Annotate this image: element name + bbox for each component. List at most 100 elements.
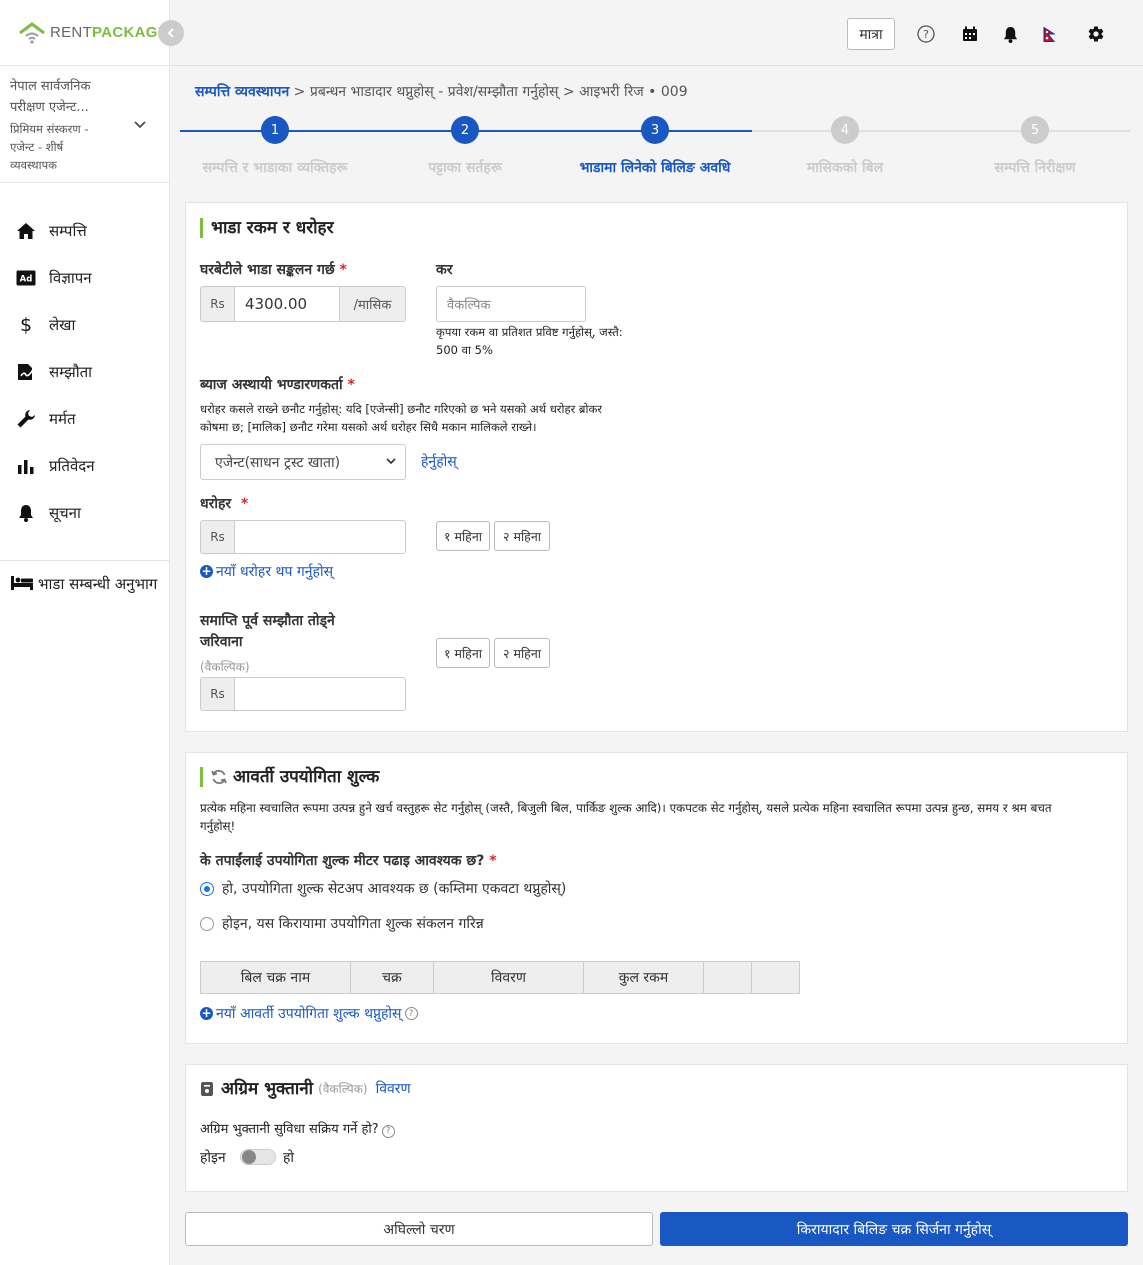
column-header bbox=[703, 961, 752, 994]
chevron-left-icon bbox=[167, 28, 174, 38]
sidebar: RENTPACKAGE नेपाल सार्वजनिक परीक्षण एजेन… bbox=[0, 0, 170, 1265]
org-plan-line2: एजेन्ट - शीर्ष bbox=[10, 140, 64, 154]
nav-item-notifications[interactable]: सूचना bbox=[0, 489, 169, 536]
brand-name: RENTPACKAGE bbox=[50, 24, 169, 41]
advance-on-label: हो bbox=[283, 1150, 295, 1166]
holder-selected-value: एजेन्ट(साधन ट्रस्ट खाता) bbox=[215, 454, 341, 471]
nav-label: लेखा bbox=[49, 315, 76, 334]
penalty-amount-group: Rs bbox=[200, 677, 406, 711]
home-icon bbox=[15, 220, 37, 242]
rent-deposit-card: भाडा रकम र धरोहर घरबेटीले भाडा सङ्कलन गर… bbox=[185, 202, 1128, 732]
utility-yes-radio[interactable]: हो, उपयोगिता शुल्क सेटअप आवश्यक छ (कम्ति… bbox=[200, 879, 566, 898]
chevron-down-icon[interactable] bbox=[133, 118, 147, 132]
holder-select[interactable]: एजेन्ट(साधन ट्रस्ट खाता) bbox=[200, 444, 406, 480]
step-label: पट्टाका सर्तहरू bbox=[428, 160, 502, 176]
toggle-knob bbox=[242, 1150, 256, 1164]
radio-unchecked-icon bbox=[200, 916, 214, 931]
previous-step-button[interactable]: अघिल्लो चरण bbox=[185, 1212, 653, 1246]
utility-question: के तपाईंलाई उपयोगिता शुल्क मीटर पढाइ आवश… bbox=[200, 853, 497, 869]
org-plan-line3: व्यवस्थापक bbox=[10, 158, 57, 172]
topbar: मात्रा ? bbox=[171, 0, 1143, 66]
deposit-one-month-button[interactable]: १ महिना bbox=[436, 521, 490, 551]
logo-icon bbox=[19, 21, 45, 44]
settings-gear-icon[interactable] bbox=[1086, 24, 1106, 44]
penalty-one-month-button[interactable]: १ महिना bbox=[436, 638, 490, 668]
tax-hint-line1: कृपया रकम वा प्रतिशत प्रविष्ट गर्नुहोस्,… bbox=[436, 325, 623, 339]
step-number: 1 bbox=[261, 116, 289, 144]
column-header: कुल रकम bbox=[583, 961, 704, 994]
nav-item-maintenance[interactable]: मर्मत bbox=[0, 395, 169, 442]
nav-item-property[interactable]: सम्पत्ति bbox=[0, 207, 169, 254]
step-5[interactable]: 5 सम्पत्ति निरीक्षण bbox=[940, 116, 1130, 177]
step-3[interactable]: 3 भाडामा लिनेको बिलिङ अवधि bbox=[560, 116, 750, 177]
nav-item-reports[interactable]: प्रतिवेदन bbox=[0, 442, 169, 489]
holder-desc-line1: धरोहर कसले राख्ने छनौट गर्नुहोस्: यदि [ए… bbox=[200, 402, 603, 416]
org-name-line2: परीक्षण एजेन्ट... bbox=[10, 100, 89, 115]
nav-label: भाडा सम्बन्धी अनुभाग bbox=[38, 575, 158, 593]
breadcrumb-root-link[interactable]: सम्पत्ति व्यवस्थापन bbox=[195, 84, 289, 100]
advance-section-title: अग्रिम भुक्तानी (वैकल्पिक) विवरण bbox=[200, 1079, 411, 1099]
calendar-icon[interactable] bbox=[960, 24, 980, 44]
tax-input[interactable]: वैकल्पिक bbox=[436, 286, 586, 322]
help-icon[interactable]: ? bbox=[404, 1007, 418, 1020]
deposit-two-month-button[interactable]: २ महिना bbox=[494, 521, 550, 551]
nav-item-ads[interactable]: Ad विज्ञापन bbox=[0, 254, 169, 301]
help-icon[interactable]: ? bbox=[381, 1124, 395, 1138]
sidebar-collapse-button[interactable] bbox=[158, 20, 184, 46]
add-deposit-link[interactable]: + नयाँ धरोहर थप गर्नुहोस् bbox=[200, 562, 333, 581]
advance-off-label: होइन bbox=[200, 1150, 226, 1166]
currency-prefix: Rs bbox=[200, 677, 234, 711]
nav-item-accounting[interactable]: $ लेखा bbox=[0, 301, 169, 348]
rent-period-suffix: /मासिक bbox=[340, 286, 406, 322]
advance-question: अग्रिम भुक्तानी सुविधा सक्रिय गर्ने हो?? bbox=[200, 1121, 395, 1139]
utility-no-radio[interactable]: होइन, यस किरायामा उपयोगिता शुल्क संकलन ग… bbox=[200, 914, 484, 933]
step-1[interactable]: 1 सम्पत्ति र भाडाका व्यक्तिहरू bbox=[180, 116, 370, 177]
org-name-line1: नेपाल सार्वजनिक bbox=[10, 79, 91, 94]
plus-circle-icon: + bbox=[200, 1006, 213, 1020]
bar-chart-icon bbox=[15, 455, 37, 477]
column-header: बिल चक्र नाम bbox=[200, 961, 351, 994]
view-link[interactable]: हेर्नुहोस् bbox=[421, 452, 457, 471]
utility-section-title: आवर्ती उपयोगिता शुल्क bbox=[200, 767, 379, 787]
logo[interactable]: RENTPACKAGE bbox=[0, 0, 169, 66]
penalty-amount-input[interactable] bbox=[234, 677, 406, 711]
nav-item-rental-section[interactable]: भाडा सम्बन्धी अनुभाग bbox=[0, 560, 169, 607]
step-number: 2 bbox=[451, 116, 479, 144]
column-header: चक्र bbox=[350, 961, 434, 994]
main-nav: सम्पत्ति Ad विज्ञापन $ लेखा सम्झौता मर्म… bbox=[0, 183, 169, 536]
step-2[interactable]: 2 पट्टाका सर्तहरू bbox=[370, 116, 560, 177]
wrench-icon bbox=[15, 408, 37, 430]
nav-label: मर्मत bbox=[49, 409, 76, 428]
step-4[interactable]: 4 मासिकको बिल bbox=[750, 116, 940, 177]
tax-label: कर bbox=[436, 262, 453, 278]
nav-label: प्रतिवेदन bbox=[49, 456, 95, 475]
help-icon[interactable]: ? bbox=[916, 24, 936, 44]
penalty-two-month-button[interactable]: २ महिना bbox=[494, 638, 550, 668]
nepal-flag-icon[interactable] bbox=[1039, 24, 1059, 44]
matra-button[interactable]: मात्रा bbox=[847, 18, 895, 50]
ad-icon: Ad bbox=[15, 267, 37, 289]
nav-label: सम्पत्ति bbox=[49, 221, 87, 240]
holder-label: ब्याज अस्थायी भण्डारणकर्ता * bbox=[200, 377, 355, 393]
dollar-icon: $ bbox=[19, 313, 33, 336]
deposit-amount-input[interactable] bbox=[234, 520, 406, 554]
breadcrumb: सम्पत्ति व्यवस्थापन > प्रबन्धन भाडादार थ… bbox=[195, 82, 688, 101]
advance-toggle[interactable] bbox=[240, 1149, 276, 1165]
org-switcher[interactable]: नेपाल सार्वजनिक परीक्षण एजेन्ट... प्रिमि… bbox=[0, 66, 169, 183]
rent-amount-input[interactable]: 4300.00 bbox=[234, 286, 340, 322]
penalty-label: समाप्ति पूर्व सम्झौता तोड्ने जरिवाना bbox=[200, 613, 335, 650]
notification-bell-icon[interactable] bbox=[1000, 24, 1020, 44]
step-label: सम्पत्ति र भाडाका व्यक्तिहरू bbox=[202, 160, 348, 176]
nav-item-contract[interactable]: सम्झौता bbox=[0, 348, 169, 395]
deposit-amount-group: Rs bbox=[200, 520, 406, 554]
utility-table: बिल चक्र नाम चक्र विवरण कुल रकम bbox=[200, 961, 800, 994]
create-billing-cycle-button[interactable]: किरायादार बिलिङ चक्र सिर्जना गर्नुहोस् bbox=[660, 1212, 1128, 1246]
add-utility-link[interactable]: + नयाँ आवर्ती उपयोगिता शुल्क थप्नुहोस्? bbox=[200, 1004, 418, 1023]
wallet-icon bbox=[201, 1082, 213, 1096]
advance-details-link[interactable]: विवरण bbox=[376, 1079, 411, 1099]
advance-optional: (वैकल्पिक) bbox=[318, 1082, 368, 1096]
holder-desc-line2: कोषमा छ; [मालिक] छनौट गरेमा यसको अर्थ धर… bbox=[200, 420, 537, 434]
currency-prefix: Rs bbox=[200, 520, 234, 554]
refresh-icon bbox=[211, 769, 227, 785]
utility-card: आवर्ती उपयोगिता शुल्क प्रत्येक महिना स्व… bbox=[185, 752, 1128, 1044]
